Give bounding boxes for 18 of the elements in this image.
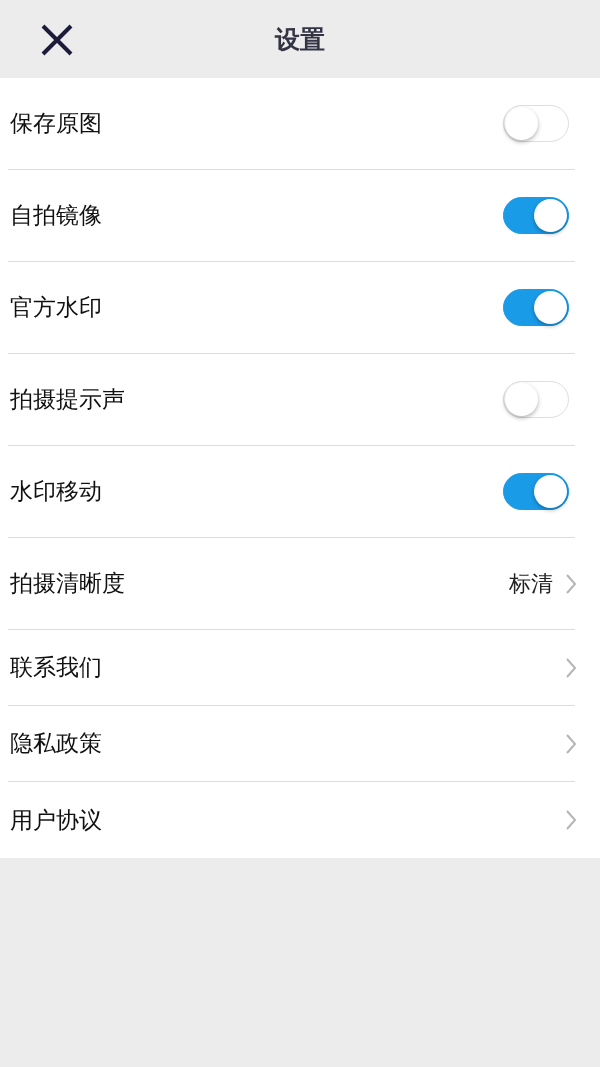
setting-label[interactable]: 用户协议	[10, 804, 565, 836]
toggle-switch[interactable]	[503, 197, 569, 234]
setting-label: 自拍镜像	[10, 201, 103, 230]
chevron-icon	[565, 572, 577, 595]
chevron-icon	[565, 656, 577, 679]
toggle-switch[interactable]	[503, 473, 569, 510]
chevron-icon	[565, 732, 577, 755]
setting-label[interactable]: 联系我们	[10, 652, 565, 683]
setting-label[interactable]: 隐私政策	[10, 728, 565, 759]
chevron-icon	[565, 809, 577, 831]
setting-label: 官方水印	[10, 293, 103, 322]
setting-value[interactable]: 标清	[509, 568, 553, 599]
page-title: 设置	[275, 23, 325, 56]
setting-label: 水印移动	[10, 477, 103, 506]
toggle-switch[interactable]	[503, 289, 569, 326]
setting-label: 拍摄提示声	[10, 385, 126, 414]
setting-label: 拍摄清晰度	[10, 569, 126, 598]
setting-label: 保存原图	[10, 109, 103, 138]
